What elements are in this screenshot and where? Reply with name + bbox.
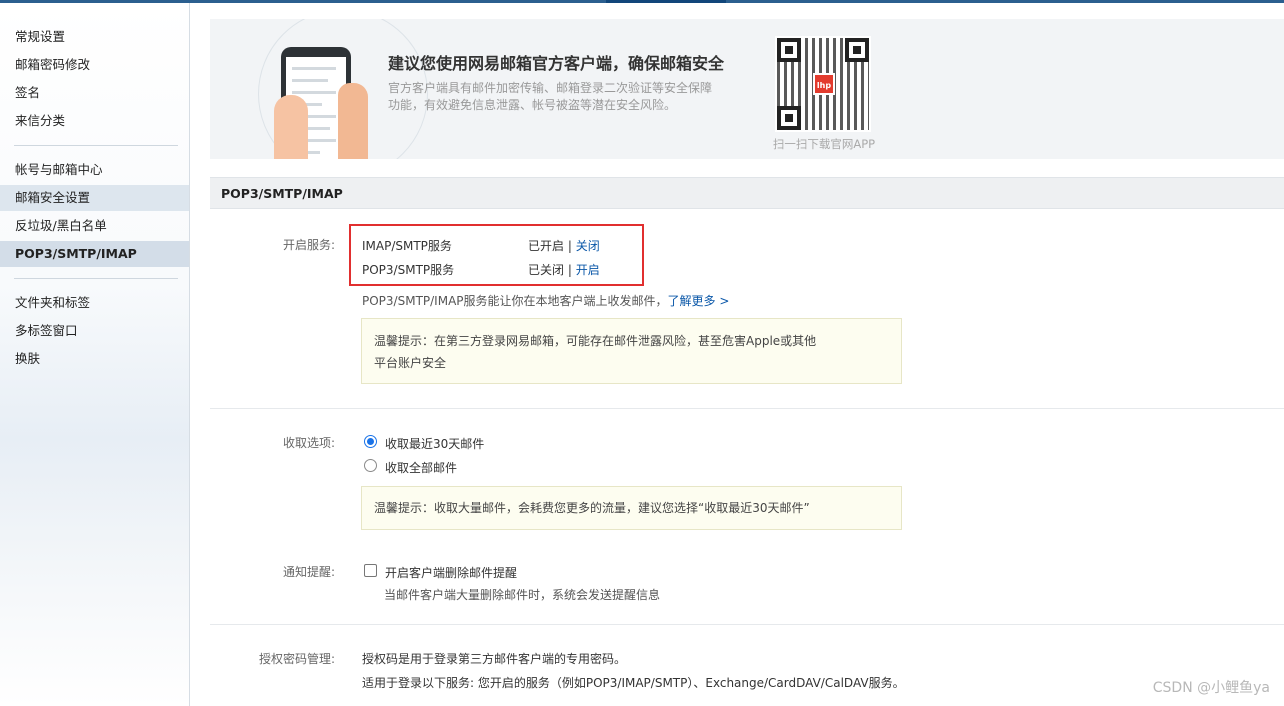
watermark: CSDN @小鲤鱼ya [1152,680,1270,696]
tip-line: 温馨提示：在第三方登录网易邮箱，可能存在邮件泄露风险，甚至危害Apple或其他 [374,334,817,348]
pop3-open-link[interactable]: 开启 [576,263,600,277]
notify-label: 通知提醒: [282,565,335,579]
sidebar-divider [14,278,178,279]
receive-options-label: 收取选项: [282,436,335,450]
qr-finder [845,38,869,62]
main-content: 建议您使用网易邮箱官方客户端，确保邮箱安全 官方客户端具有邮件加密传输、邮箱登录… [210,0,1284,706]
imap-service-status-row: 已开启 | 关闭 [528,237,600,254]
hand-illustration [274,95,308,159]
qr-caption: 扫一扫下载官网APP [772,137,876,151]
sidebar-item-antispam[interactable]: 反垃圾/黑白名单 [0,213,189,239]
settings-sidebar: 常规设置 邮箱密码修改 签名 来信分类 帐号与邮箱中心 邮箱安全设置 反垃圾/黑… [0,3,190,706]
pop3-status: 已关闭 [528,263,565,277]
security-warning-tip: 温馨提示：在第三方登录网易邮箱，可能存在邮件泄露风险，甚至危害Apple或其他 … [361,318,902,384]
radio-all-mail[interactable] [364,459,377,472]
sidebar-item-security[interactable]: 邮箱安全设置 [0,185,189,211]
auth-description: 授权码是用于登录第三方邮件客户端的专用密码。 [362,652,627,666]
banner-title: 建议您使用网易邮箱官方客户端，确保邮箱安全 [388,54,725,73]
services-description: POP3/SMTP/IMAP服务能让你在本地客户端上收发邮件，了解更多 > [362,292,729,309]
traffic-warning-tip: 温馨提示：收取大量邮件，会耗费您更多的流量，建议您选择“收取最近30天邮件” [361,486,902,530]
tip-text: 温馨提示：收取大量邮件，会耗费您更多的流量，建议您选择“收取最近30天邮件” [374,501,810,515]
sidebar-item-folders-tags[interactable]: 文件夹和标签 [0,290,189,316]
divider [210,408,1284,409]
sidebar-item-general[interactable]: 常规设置 [0,24,189,50]
notify-description: 当邮件客户端大量删除邮件时，系统会发送提醒信息 [384,588,661,602]
sidebar-item-signature[interactable]: 签名 [0,80,189,106]
qr-code-image: lhp [775,36,871,132]
services-label: 开启服务: [282,238,335,252]
sidebar-item-password[interactable]: 邮箱密码修改 [0,52,189,78]
divider [210,624,1284,625]
checkbox-label: 开启客户端删除邮件提醒 [385,566,518,580]
client-promo-banner: 建议您使用网易邮箱官方客户端，确保邮箱安全 官方客户端具有邮件加密传输、邮箱登录… [210,19,1284,159]
radio-recent-30-days[interactable] [364,435,377,448]
tip-line: 平台账户安全 [374,356,447,370]
sidebar-item-account-center[interactable]: 帐号与邮箱中心 [0,157,189,183]
app-logo-icon: lhp [813,73,835,95]
sidebar-divider [14,145,178,146]
radio-label: 收取最近30天邮件 [385,437,485,451]
pop3-service-status-row: 已关闭 | 开启 [528,261,600,278]
delete-alert-checkbox[interactable] [364,564,377,577]
sidebar-item-pop3-smtp-imap[interactable]: POP3/SMTP/IMAP [0,241,189,267]
qr-finder [777,106,801,130]
separator: | [564,263,576,277]
qr-finder [777,38,801,62]
hand-illustration [338,83,368,159]
section-title: POP3/SMTP/IMAP [210,177,1284,209]
auth-password-label: 授权密码管理: [258,652,335,666]
sidebar-item-multi-tab[interactable]: 多标签窗口 [0,318,189,344]
radio-label: 收取全部邮件 [385,461,458,475]
separator: | [564,239,576,253]
learn-more-link[interactable]: 了解更多 > [668,294,730,308]
imap-status: 已开启 [528,239,565,253]
pop3-service-name: POP3/SMTP服务 [362,263,455,277]
sidebar-item-skin[interactable]: 换肤 [0,346,189,372]
imap-service-name: IMAP/SMTP服务 [362,239,452,253]
banner-description: 官方客户端具有邮件加密传输、邮箱登录二次验证等安全保障功能，有效避免信息泄露、帐… [388,81,713,112]
services-desc-text: POP3/SMTP/IMAP服务能让你在本地客户端上收发邮件， [362,294,668,308]
sidebar-item-mail-filter[interactable]: 来信分类 [0,108,189,134]
auth-services-description: 适用于登录以下服务: 您开启的服务（例如POP3/IMAP/SMTP）、Exch… [362,676,905,690]
imap-close-link[interactable]: 关闭 [576,239,600,253]
